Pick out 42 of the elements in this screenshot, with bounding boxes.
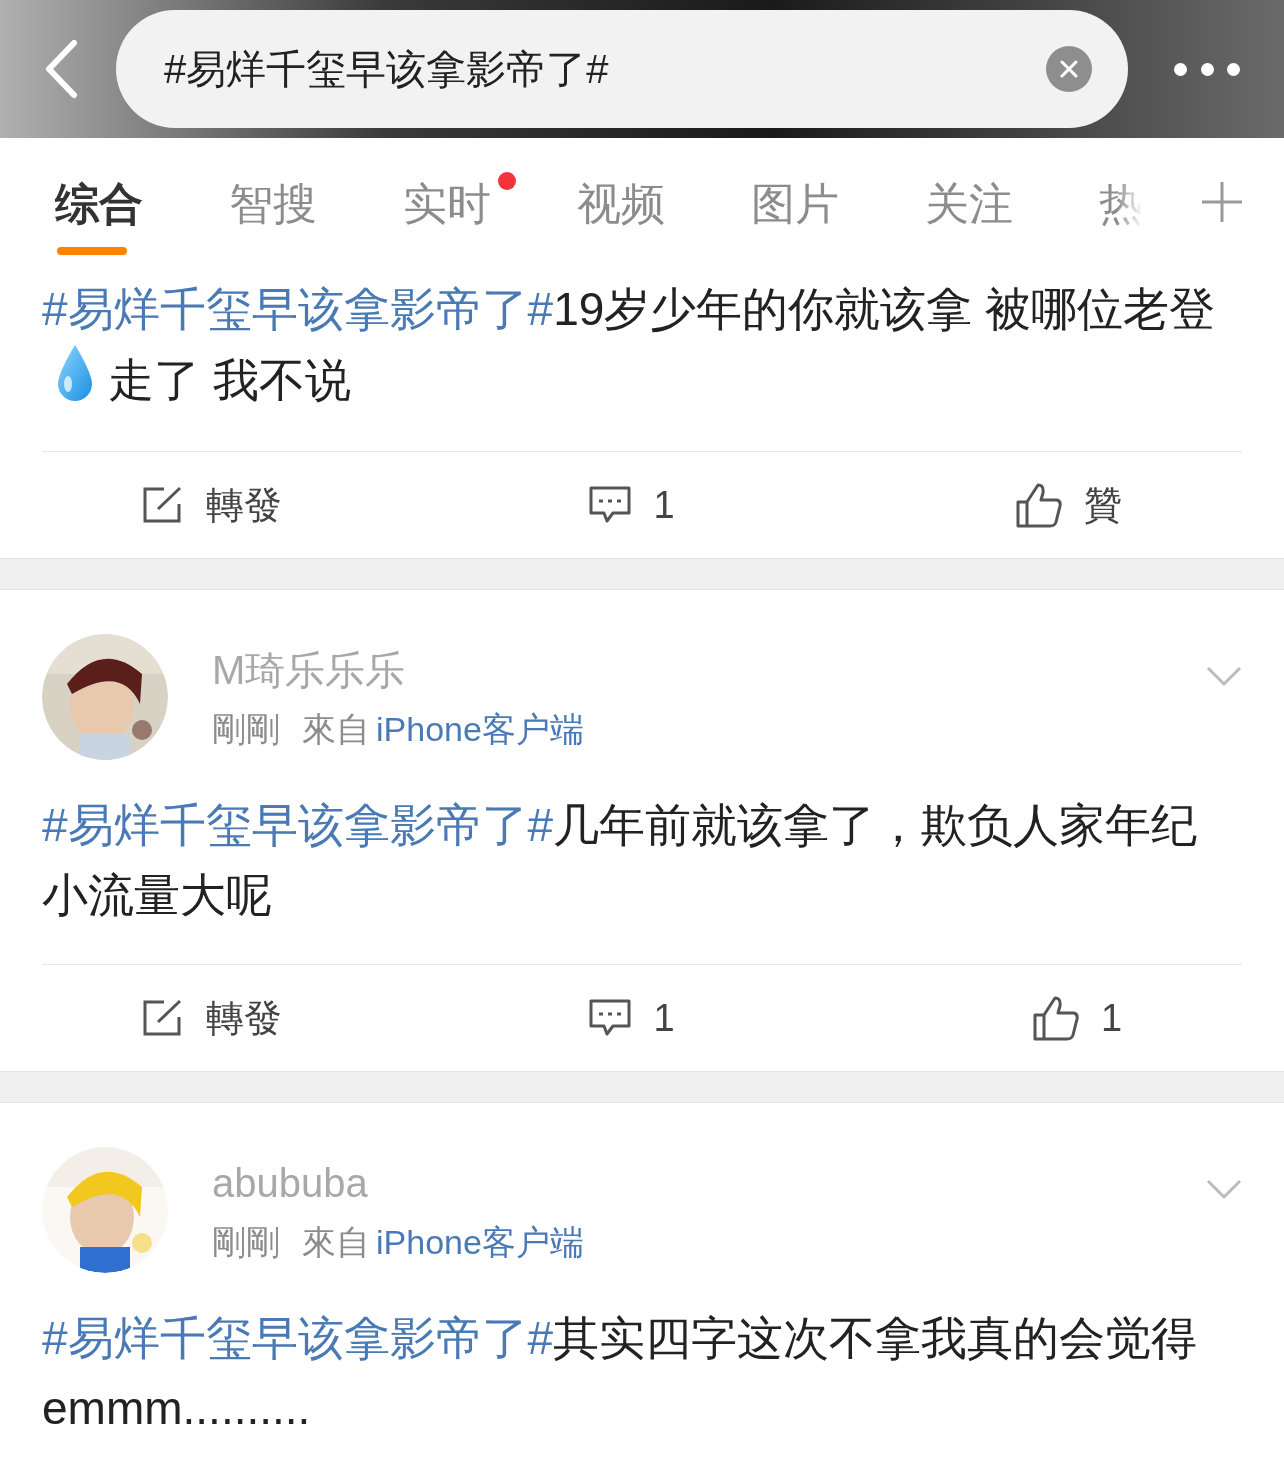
- dropdown-chevron-icon[interactable]: [1206, 1179, 1242, 1201]
- water-drop-icon: [56, 344, 94, 402]
- clear-button[interactable]: [1046, 46, 1092, 92]
- thumbs-up-icon: [1032, 995, 1079, 1041]
- comment-button[interactable]: 1: [589, 476, 675, 534]
- search-field[interactable]: #易烊千玺早该拿影帝了#: [116, 10, 1128, 128]
- tab[interactable]: 综合: [55, 174, 229, 234]
- thumbs-up-icon: [1016, 482, 1062, 528]
- like-button[interactable]: 1: [1032, 989, 1122, 1047]
- tab[interactable]: 实时: [403, 174, 577, 234]
- hashtag-link[interactable]: #易烊千玺早该拿影帝了#: [42, 283, 554, 335]
- tab-underline: [57, 247, 127, 255]
- source-link[interactable]: iPhone客户端: [376, 707, 584, 751]
- tab[interactable]: 智搜: [229, 174, 403, 234]
- search-query: #易烊千玺早该拿影帝了#: [164, 46, 610, 93]
- post-text: #易烊千玺早该拿影帝了#其实四字这次不拿我真的会觉得emmm..........: [41, 1311, 1199, 1436]
- post-time: 剛剛: [212, 1222, 280, 1263]
- post-time: 剛剛: [212, 709, 280, 750]
- source-link[interactable]: iPhone客户端: [376, 1220, 584, 1264]
- hashtag-link[interactable]: #易烊千玺早该拿影帝了#: [42, 1312, 554, 1364]
- source-label: 來自: [302, 1222, 370, 1263]
- username[interactable]: abububa: [212, 1160, 584, 1206]
- comment-button[interactable]: 1: [589, 989, 675, 1047]
- tab[interactable]: 热: [1099, 174, 1273, 234]
- repost-button[interactable]: 轉發: [142, 989, 282, 1047]
- share-icon: [142, 486, 184, 524]
- comment-icon: [589, 999, 632, 1037]
- post-text: #易烊千玺早该拿影帝了#几年前就该拿了，欺负人家年纪小流量大呢: [41, 798, 1199, 923]
- source-label: 來自: [302, 709, 370, 750]
- like-button[interactable]: 贊: [1016, 476, 1122, 534]
- add-tab-button[interactable]: [1202, 182, 1242, 222]
- hashtag-link[interactable]: #易烊千玺早该拿影帝了#: [42, 799, 554, 851]
- dropdown-chevron-icon[interactable]: [1206, 666, 1242, 688]
- repost-button[interactable]: 轉發: [142, 476, 282, 534]
- tab[interactable]: 关注: [925, 174, 1099, 234]
- share-icon: [142, 999, 184, 1037]
- close-icon: [1060, 60, 1078, 78]
- comment-icon: [589, 486, 632, 524]
- username[interactable]: M琦乐乐乐: [212, 647, 584, 693]
- tab[interactable]: 视频: [577, 174, 751, 234]
- tab[interactable]: 图片: [751, 174, 925, 234]
- post-text: #易烊千玺早该拿影帝了#19岁少年的你就该拿 被哪位老登 走了 我不说: [41, 282, 1217, 408]
